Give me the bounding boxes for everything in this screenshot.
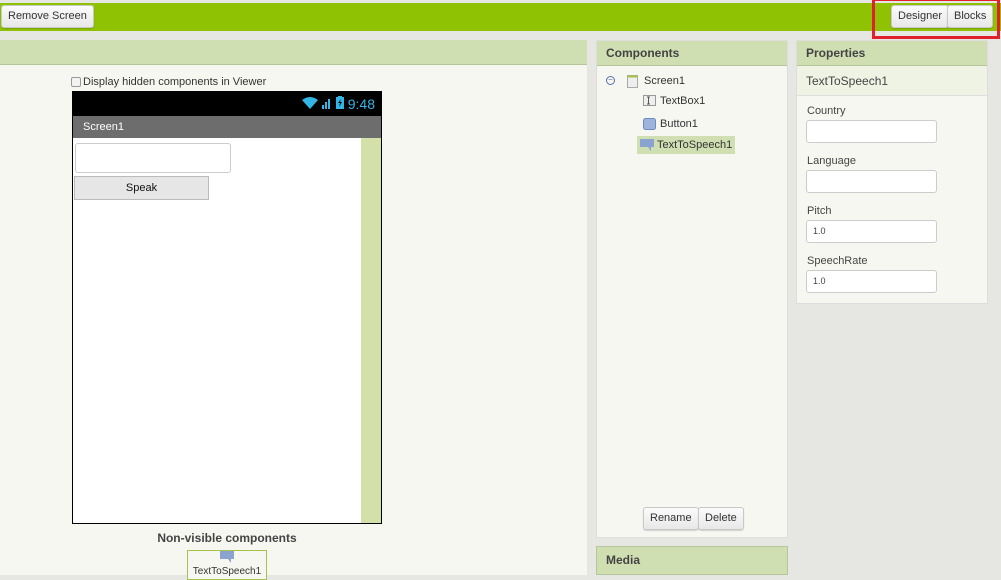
nonvisible-components-title: Non-visible components	[157, 531, 297, 545]
textbox-icon	[643, 95, 656, 107]
speechrate-label: SpeechRate	[807, 255, 868, 267]
nonvisible-item-label: TextToSpeech1	[192, 566, 262, 577]
phone-scrollbar[interactable]	[361, 138, 381, 523]
phone-preview: 9:48 Screen1 Speak	[72, 91, 382, 524]
textbox1-preview[interactable]	[75, 143, 231, 173]
tree-item-texttospeech1[interactable]: TextToSpeech1	[637, 136, 736, 154]
display-hidden-label: Display hidden components in Viewer	[83, 76, 267, 88]
media-panel-title: Media	[596, 546, 788, 575]
wifi-icon	[301, 96, 318, 112]
components-panel: Components − Screen1 TextBox1 Button1 Te…	[596, 40, 788, 538]
top-toolbar	[0, 3, 1001, 31]
tree-item-label: Button1	[660, 118, 698, 130]
tree-item-button1[interactable]: Button1	[643, 118, 698, 130]
rename-button[interactable]: Rename	[643, 507, 699, 530]
designer-button[interactable]: Designer	[891, 5, 950, 28]
properties-panel: Properties TextToSpeech1 Country Languag…	[796, 40, 988, 304]
speechrate-input[interactable]: 1.0	[806, 270, 937, 293]
screen-icon	[627, 75, 640, 88]
viewer-header	[0, 40, 587, 65]
screen-title-bar: Screen1	[73, 116, 381, 138]
properties-title: Properties	[797, 41, 987, 66]
display-hidden-checkbox[interactable]: Display hidden components in Viewer	[71, 76, 266, 88]
pitch-input[interactable]: 1.0	[806, 220, 937, 243]
battery-icon	[335, 96, 344, 112]
tree-item-label: TextBox1	[660, 95, 706, 107]
speech-bubble-icon	[188, 551, 266, 566]
viewer-panel: Display hidden components in Viewer 9:48…	[0, 40, 587, 580]
nonvisible-texttospeech-item[interactable]: TextToSpeech1	[187, 550, 267, 580]
language-input[interactable]	[806, 170, 937, 193]
delete-button[interactable]: Delete	[698, 507, 744, 530]
country-label: Country	[807, 105, 846, 117]
tree-item-textbox1[interactable]: TextBox1	[643, 95, 705, 107]
collapse-toggle-icon[interactable]: −	[606, 76, 615, 85]
country-input[interactable]	[806, 120, 937, 143]
tree-item-label: TextToSpeech1	[657, 139, 733, 151]
button-icon	[643, 118, 656, 130]
blocks-button[interactable]: Blocks	[947, 5, 994, 28]
remove-screen-button[interactable]: Remove Screen	[1, 5, 94, 28]
pitch-label: Pitch	[807, 205, 832, 217]
selected-component-name: TextToSpeech1	[797, 66, 987, 96]
speak-button-preview[interactable]: Speak	[74, 176, 209, 200]
components-title: Components	[597, 41, 787, 66]
tree-item-label: Screen1	[644, 75, 685, 87]
speech-bubble-icon	[640, 139, 654, 151]
status-time: 9:48	[347, 96, 375, 112]
signal-icon	[321, 96, 332, 112]
phone-status-bar: 9:48	[73, 92, 381, 116]
checkbox-box[interactable]	[71, 77, 81, 87]
language-label: Language	[807, 155, 856, 167]
tree-item-screen1[interactable]: Screen1	[627, 75, 685, 88]
